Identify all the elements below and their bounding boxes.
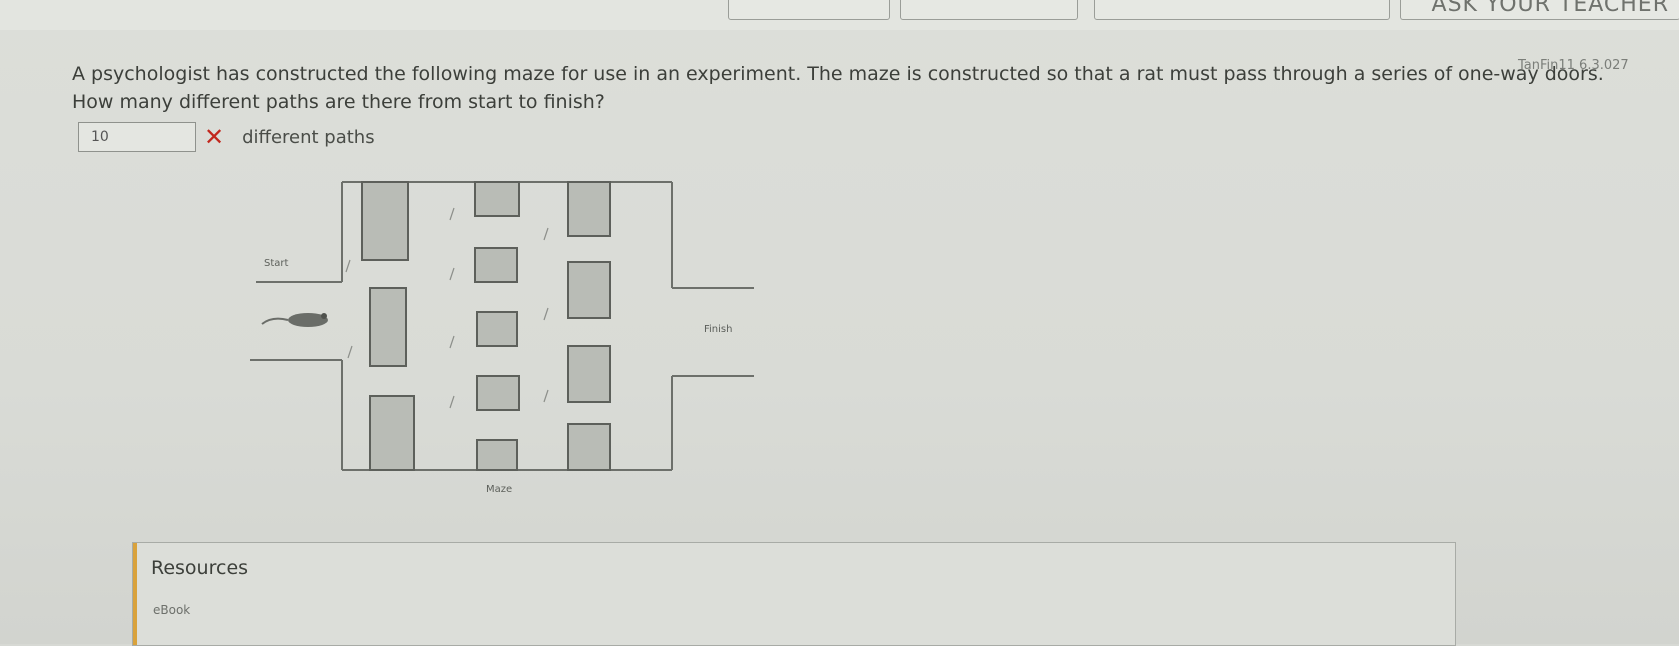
rat-icon xyxy=(261,313,328,327)
maze-caption: Maze xyxy=(486,484,512,495)
answer-input[interactable] xyxy=(78,122,196,152)
question-text: A psychologist has constructed the follo… xyxy=(72,63,1604,113)
resources-panel: Resources eBook xyxy=(132,542,1456,646)
toolbar-button-1[interactable] xyxy=(728,0,890,20)
ebook-link[interactable]: eBook xyxy=(153,603,190,617)
answer-unit-label: different paths xyxy=(242,126,375,148)
page: ASK YOUR TEACHER TanFin11 6.3.027 A psyc… xyxy=(0,0,1679,646)
resources-accent-bar xyxy=(133,543,137,645)
maze-finish-label: Finish xyxy=(704,324,732,335)
top-toolbar: ASK YOUR TEACHER xyxy=(0,0,1679,30)
answer-row: ✕ different paths xyxy=(78,120,375,154)
toolbar-button-3[interactable] xyxy=(1094,0,1390,20)
maze-start-label: Start xyxy=(264,258,289,269)
resources-title: Resources xyxy=(151,557,249,579)
toolbar-button-2[interactable] xyxy=(900,0,1078,20)
x-mark-icon: ✕ xyxy=(204,123,225,151)
ask-teacher-label[interactable]: ASK YOUR TEACHER xyxy=(1432,0,1669,17)
maze-diagram: Start Finish Maze xyxy=(250,181,754,495)
